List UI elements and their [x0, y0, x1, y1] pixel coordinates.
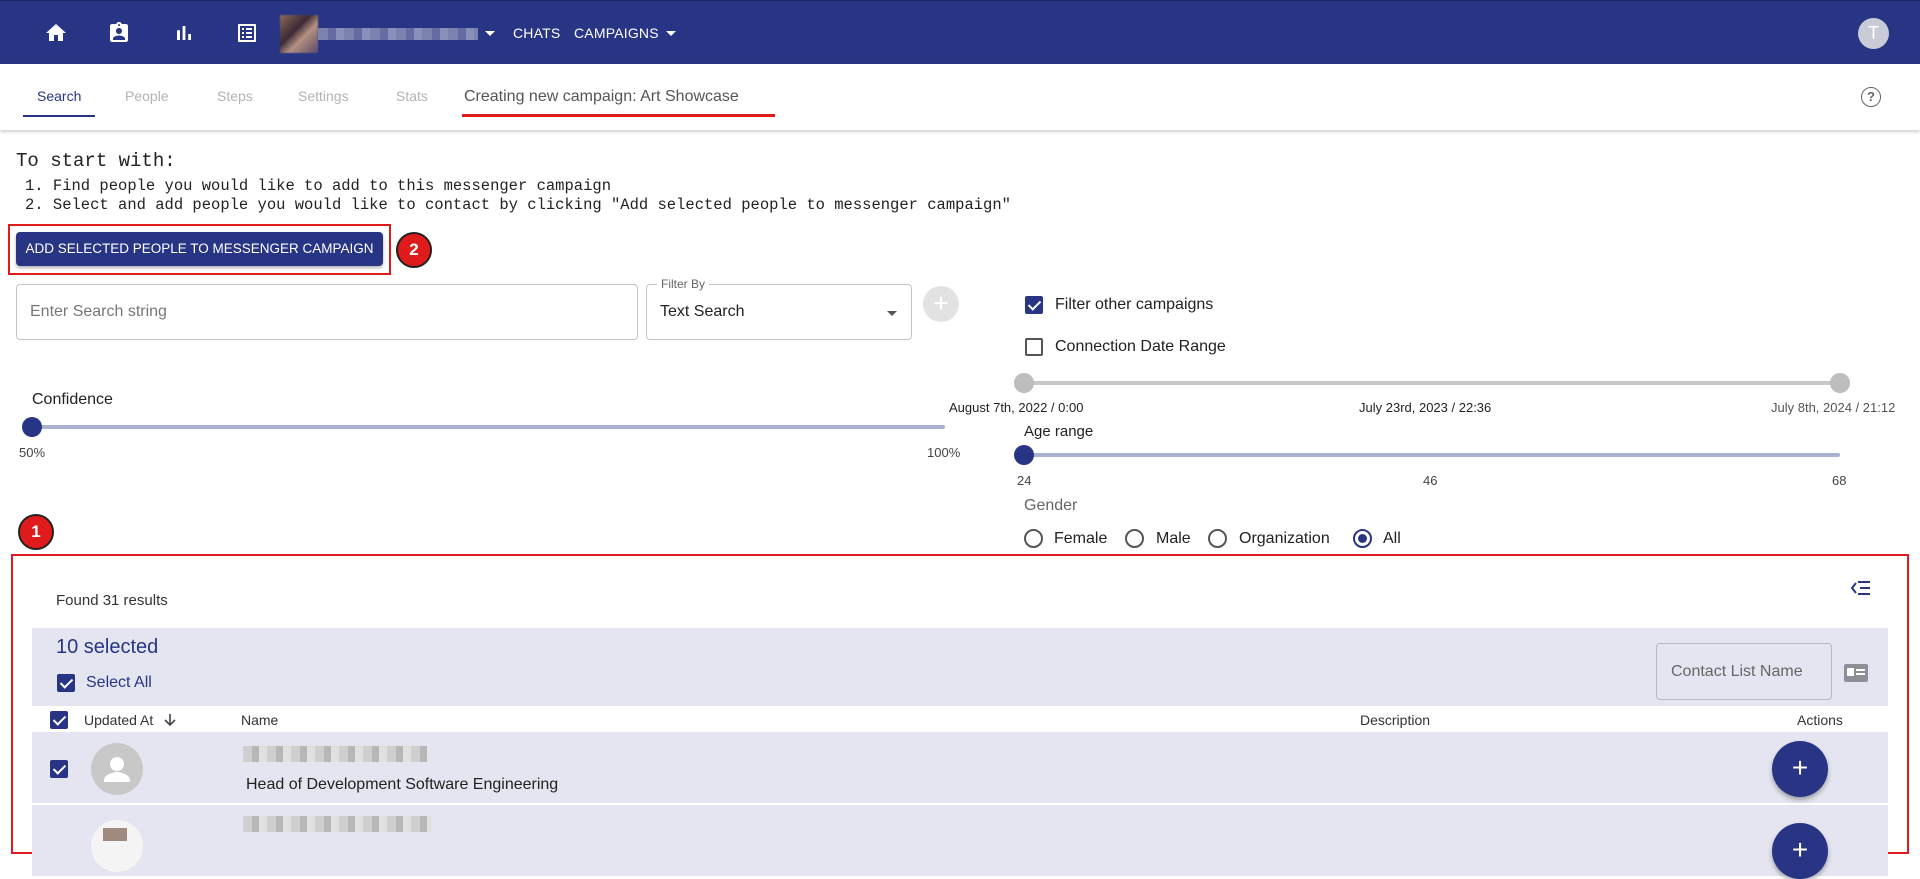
tab-stats[interactable]: Stats: [396, 88, 428, 104]
campaign-title: Creating new campaign: Art Showcase: [464, 88, 739, 105]
select-all-label: Select All: [86, 674, 152, 691]
connection-date-range-checkbox[interactable]: [1025, 338, 1043, 356]
age-mid-label: 46: [1423, 473, 1438, 488]
add-filter-button[interactable]: +: [923, 286, 959, 322]
connection-date-range-label: Connection Date Range: [1055, 338, 1226, 355]
column-updated-at[interactable]: Updated At: [84, 712, 153, 728]
selection-bar: [32, 628, 1888, 706]
user-avatar[interactable]: T: [1858, 18, 1889, 49]
title-highlight-underline: [462, 114, 775, 117]
age-max-label: 68: [1832, 473, 1847, 488]
help-icon[interactable]: ?: [1861, 87, 1881, 107]
age-range-slider-track: [1024, 453, 1840, 457]
contact-card-icon[interactable]: [1844, 664, 1868, 682]
search-input[interactable]: Enter Search string: [16, 284, 638, 340]
tab-steps[interactable]: Steps: [217, 88, 253, 104]
nav-chats-link[interactable]: CHATS: [513, 25, 560, 41]
date-range-max-label: July 8th, 2024 / 21:12: [1771, 400, 1896, 415]
contact-name-redacted: [243, 746, 427, 762]
column-description[interactable]: Description: [1360, 712, 1430, 728]
results-count: Found 31 results: [56, 592, 168, 609]
table-header: [32, 706, 1888, 732]
intro-heading: To start with:: [16, 150, 176, 172]
row-checkbox[interactable]: [50, 760, 68, 778]
confidence-label: Confidence: [32, 391, 113, 408]
chevron-down-icon[interactable]: [485, 31, 495, 36]
confidence-min-label: 50%: [19, 445, 46, 460]
account-name-redacted[interactable]: [318, 28, 478, 40]
tab-settings[interactable]: Settings: [298, 88, 349, 104]
tab-search[interactable]: Search: [37, 88, 81, 104]
gender-label: Gender: [1024, 497, 1078, 514]
intro-step-2: 2. Select and add people you would like …: [25, 196, 1011, 214]
column-settings-icon[interactable]: [1850, 580, 1872, 596]
age-range-label: Age range: [1024, 423, 1094, 440]
tab-people[interactable]: People: [125, 88, 169, 104]
filter-other-campaigns-label: Filter other campaigns: [1055, 296, 1214, 313]
column-name[interactable]: Name: [241, 712, 278, 728]
annotation-badge-1: 1: [18, 514, 54, 550]
confidence-slider-track: [32, 425, 945, 429]
filter-by-select[interactable]: Filter By Text Search: [646, 277, 912, 340]
age-range-handle[interactable]: [1014, 445, 1034, 465]
gender-female-label: Female: [1054, 530, 1108, 547]
nav-campaigns-link[interactable]: CAMPAIGNS: [574, 25, 659, 41]
date-range-min-handle[interactable]: [1014, 373, 1034, 393]
contact-name-redacted: [243, 816, 431, 832]
contact-headline: Head of Development Software Engineering: [246, 776, 559, 793]
gender-all-radio[interactable]: [1353, 529, 1372, 548]
date-range-min-label: August 7th, 2022 / 0:00: [949, 400, 1084, 415]
contact-card-icon[interactable]: [107, 21, 131, 45]
gender-all-label: All: [1383, 530, 1401, 547]
intro-step-1: 1. Find people you would like to add to …: [25, 177, 611, 195]
active-tab-indicator: [23, 115, 95, 117]
column-actions: Actions: [1797, 712, 1843, 728]
list-icon[interactable]: [235, 21, 259, 45]
account-avatar-image[interactable]: [280, 15, 318, 53]
top-nav-bar: CHATS CAMPAIGNS T: [0, 0, 1920, 64]
dropdown-arrow-icon: [887, 311, 897, 316]
date-range-slider-track: [1024, 381, 1840, 385]
gender-male-radio[interactable]: [1125, 529, 1144, 548]
add-contact-button[interactable]: +: [1772, 741, 1828, 797]
bar-chart-icon[interactable]: [172, 21, 196, 45]
person-photo-redacted: [103, 828, 127, 841]
gender-female-radio[interactable]: [1024, 529, 1043, 548]
filter-by-value: Text Search: [660, 303, 745, 320]
annotation-badge-2: 2: [396, 232, 432, 268]
sort-arrow-down-icon[interactable]: [163, 713, 177, 727]
date-range-max-handle[interactable]: [1830, 373, 1850, 393]
header-select-checkbox[interactable]: [50, 711, 68, 729]
chevron-down-icon[interactable]: [666, 31, 676, 36]
date-range-mid-label: July 23rd, 2023 / 22:36: [1359, 400, 1492, 415]
confidence-max-label: 100%: [927, 445, 961, 460]
person-icon: [104, 757, 130, 782]
contact-list-name-input[interactable]: Contact List Name: [1656, 643, 1832, 700]
selected-count: 10 selected: [56, 636, 159, 658]
gender-organization-label: Organization: [1239, 530, 1330, 547]
filter-by-label: Filter By: [657, 277, 710, 291]
gender-organization-radio[interactable]: [1208, 529, 1227, 548]
home-icon[interactable]: [44, 21, 68, 45]
person-avatar: [91, 743, 143, 795]
confidence-slider-handle[interactable]: [22, 417, 42, 437]
add-contact-button[interactable]: +: [1772, 823, 1828, 879]
gender-male-label: Male: [1156, 530, 1191, 547]
select-all-checkbox[interactable]: [57, 674, 75, 692]
campaign-tabs: Search People Steps Settings Stats Creat…: [0, 64, 1920, 130]
filter-other-campaigns-checkbox[interactable]: [1025, 296, 1043, 314]
add-selected-people-button[interactable]: ADD SELECTED PEOPLE TO MESSENGER CAMPAIG…: [16, 232, 383, 266]
age-min-label: 24: [1017, 473, 1032, 488]
